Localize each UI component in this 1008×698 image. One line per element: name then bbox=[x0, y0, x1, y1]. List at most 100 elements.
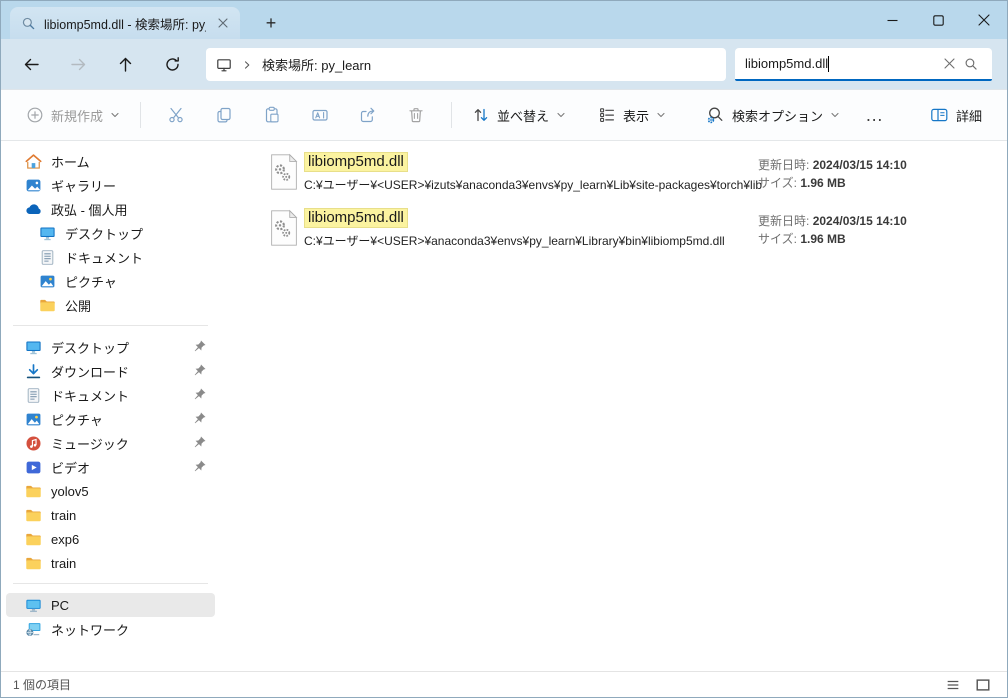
tab-close-icon[interactable] bbox=[214, 14, 232, 32]
modified-value: 2024/03/15 14:10 bbox=[813, 158, 907, 172]
paste-icon bbox=[263, 106, 281, 124]
result-file-name[interactable]: libiomp5md.dll bbox=[304, 208, 408, 228]
details-pane-button[interactable]: 詳細 bbox=[921, 97, 991, 133]
size-value: 1.96 MB bbox=[800, 232, 845, 246]
pin-icon bbox=[192, 411, 207, 426]
up-button[interactable] bbox=[108, 48, 142, 80]
sidebar-item-onedrive[interactable]: 政弘 - 個人用 bbox=[6, 197, 215, 221]
sidebar-item-documents[interactable]: ドキュメント bbox=[6, 245, 215, 269]
music-icon bbox=[25, 435, 42, 452]
sidebar-item-exp6[interactable]: exp6 bbox=[6, 527, 215, 551]
new-button-label: 新規作成 bbox=[51, 106, 103, 125]
modified-label: 更新日時: bbox=[758, 158, 809, 172]
size-label: サイズ: bbox=[758, 232, 797, 246]
large-icons-view-icon[interactable] bbox=[971, 675, 995, 695]
pin-icon bbox=[192, 387, 207, 402]
pictures-icon bbox=[25, 411, 42, 428]
maximize-button[interactable] bbox=[915, 1, 961, 39]
dll-file-icon bbox=[269, 153, 299, 191]
search-options-button[interactable]: 検索オプション bbox=[697, 97, 849, 133]
network-icon bbox=[25, 621, 42, 638]
new-tab-button[interactable]: + bbox=[257, 9, 285, 37]
sidebar-item-downloads-pinned[interactable]: ダウンロード bbox=[6, 359, 215, 383]
rename-button[interactable] bbox=[298, 97, 342, 133]
sidebar-item-train-2[interactable]: train bbox=[6, 551, 215, 575]
title-bar: libiomp5md.dll - 検索場所: py_ + bbox=[1, 1, 1007, 39]
search-result-row[interactable]: libiomp5md.dll C:¥ユーザー¥<USER>¥izuts¥anac… bbox=[269, 149, 1007, 205]
sidebar-divider bbox=[13, 325, 208, 326]
search-box[interactable]: libiomp5md.dll bbox=[735, 48, 992, 81]
documents-icon bbox=[39, 249, 56, 266]
sidebar-item-train[interactable]: train bbox=[6, 503, 215, 527]
address-bar[interactable]: 検索場所: py_learn bbox=[206, 48, 726, 81]
share-button[interactable] bbox=[346, 97, 390, 133]
item-count: 1 個の項目 bbox=[13, 676, 71, 693]
folder-icon bbox=[25, 483, 42, 500]
pc-icon bbox=[25, 597, 42, 614]
toolbar-divider bbox=[140, 102, 141, 128]
details-pane-label: 詳細 bbox=[956, 106, 982, 125]
sidebar-item-desktop[interactable]: デスクトップ bbox=[6, 221, 215, 245]
gallery-icon bbox=[25, 177, 42, 194]
dll-file-icon bbox=[269, 209, 299, 247]
text-caret bbox=[828, 56, 829, 72]
copy-button[interactable] bbox=[202, 97, 246, 133]
details-pane-icon bbox=[930, 106, 949, 124]
sidebar-item-desktop-pinned[interactable]: デスクトップ bbox=[6, 335, 215, 359]
sidebar-item-public[interactable]: 公開 bbox=[6, 293, 215, 317]
chevron-down-icon bbox=[656, 110, 666, 120]
window-controls bbox=[869, 1, 1007, 39]
size-value: 1.96 MB bbox=[800, 176, 845, 190]
search-input-value[interactable]: libiomp5md.dll bbox=[745, 56, 828, 71]
desktop-icon bbox=[39, 225, 56, 242]
sidebar-item-home[interactable]: ホーム bbox=[6, 149, 215, 173]
view-button-label: 表示 bbox=[623, 106, 649, 125]
close-button[interactable] bbox=[961, 1, 1007, 39]
chevron-down-icon bbox=[830, 110, 840, 120]
onedrive-icon bbox=[25, 201, 42, 218]
documents-icon bbox=[25, 387, 42, 404]
back-button[interactable] bbox=[14, 48, 48, 80]
sidebar-item-videos-pinned[interactable]: ビデオ bbox=[6, 455, 215, 479]
sidebar-item-network[interactable]: ネットワーク bbox=[6, 617, 215, 641]
sidebar-item-music-pinned[interactable]: ミュージック bbox=[6, 431, 215, 455]
result-file-name[interactable]: libiomp5md.dll bbox=[304, 152, 408, 172]
home-icon bbox=[25, 153, 42, 170]
search-result-row[interactable]: libiomp5md.dll C:¥ユーザー¥<USER>¥anaconda3¥… bbox=[269, 205, 1007, 261]
details-view-icon[interactable] bbox=[941, 675, 965, 695]
refresh-button[interactable] bbox=[155, 48, 189, 80]
this-pc-icon bbox=[216, 57, 232, 73]
view-button[interactable]: 表示 bbox=[589, 97, 675, 133]
sidebar-item-gallery[interactable]: ギャラリー bbox=[6, 173, 215, 197]
sidebar-item-documents-pinned[interactable]: ドキュメント bbox=[6, 383, 215, 407]
plus-circle-icon bbox=[26, 106, 44, 124]
sidebar-item-pictures-pinned[interactable]: ピクチャ bbox=[6, 407, 215, 431]
explorer-tab[interactable]: libiomp5md.dll - 検索場所: py_ bbox=[10, 7, 240, 39]
pin-icon bbox=[192, 363, 207, 378]
paste-button[interactable] bbox=[250, 97, 294, 133]
search-icon bbox=[21, 16, 36, 31]
navigation-pane: ホーム ギャラリー 政弘 - 個人用 デスクトップ ドキュメント ピクチャ 公開 bbox=[1, 141, 220, 671]
sort-button[interactable]: 並べ替え bbox=[463, 97, 575, 133]
sidebar-item-pc[interactable]: PC bbox=[6, 593, 215, 617]
cut-button[interactable] bbox=[154, 97, 198, 133]
command-bar: 新規作成 並べ替え bbox=[1, 89, 1007, 141]
sidebar-item-pictures[interactable]: ピクチャ bbox=[6, 269, 215, 293]
delete-button[interactable] bbox=[394, 97, 438, 133]
chevron-right-icon[interactable] bbox=[241, 59, 253, 71]
address-location: 検索場所: py_learn bbox=[262, 55, 371, 74]
minimize-button[interactable] bbox=[869, 1, 915, 39]
clear-search-icon[interactable] bbox=[938, 53, 960, 75]
modified-label: 更新日時: bbox=[758, 214, 809, 228]
search-options-icon bbox=[706, 106, 725, 125]
status-bar: 1 個の項目 bbox=[1, 671, 1007, 697]
address-row: 検索場所: py_learn libiomp5md.dll bbox=[1, 39, 1007, 89]
new-button[interactable]: 新規作成 bbox=[17, 97, 129, 133]
sidebar-item-yolov5[interactable]: yolov5 bbox=[6, 479, 215, 503]
forward-button[interactable] bbox=[61, 48, 95, 80]
folder-icon bbox=[25, 507, 42, 524]
search-submit-icon[interactable] bbox=[960, 53, 982, 75]
toolbar-divider bbox=[451, 102, 452, 128]
more-options-button[interactable]: … bbox=[855, 105, 895, 126]
file-explorer-window: libiomp5md.dll - 検索場所: py_ + bbox=[0, 0, 1008, 698]
